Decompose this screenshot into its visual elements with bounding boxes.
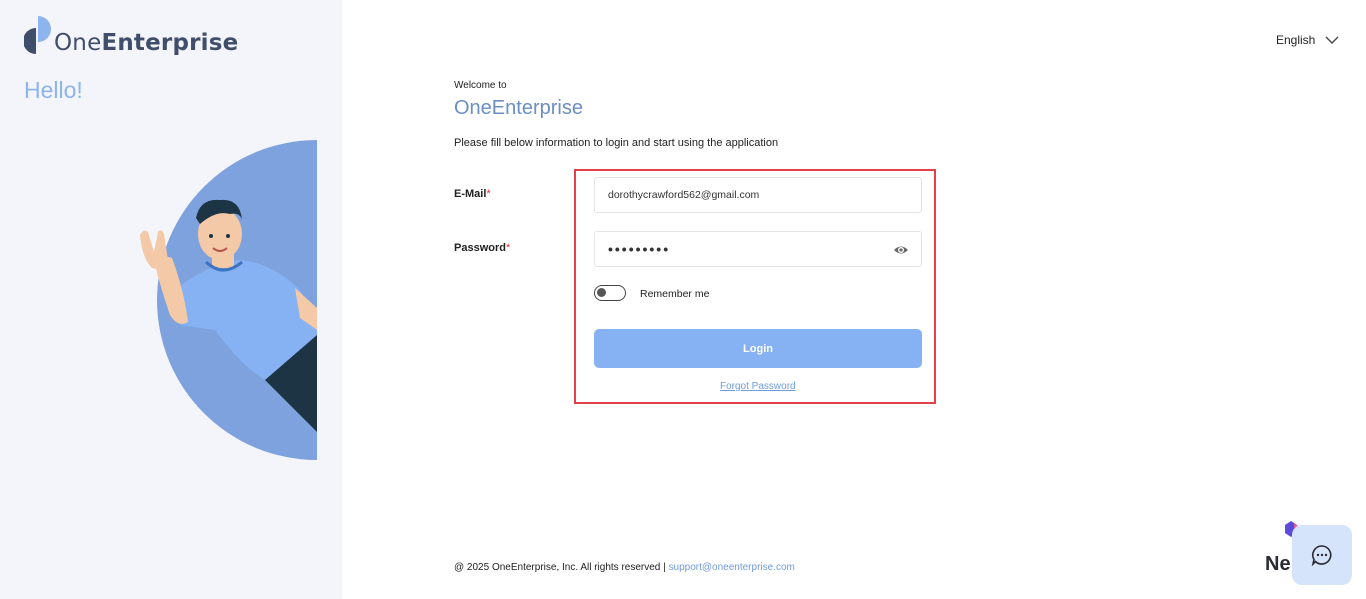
waving-person-illustration bbox=[140, 140, 317, 460]
password-field[interactable]: ••••••••• bbox=[594, 231, 922, 267]
remember-me-toggle[interactable] bbox=[594, 285, 626, 301]
email-field[interactable]: dorothycrawford562@gmail.com bbox=[594, 177, 922, 213]
ne-brand-text: Ne bbox=[1265, 553, 1291, 575]
welcome-text: Welcome to bbox=[454, 80, 507, 91]
password-label: Password* bbox=[454, 242, 511, 254]
chat-button[interactable] bbox=[1292, 525, 1352, 585]
hello-greeting: Hello! bbox=[24, 77, 83, 103]
brand-logo: OneEnterprise bbox=[24, 14, 238, 56]
email-value: dorothycrawford562@gmail.com bbox=[608, 189, 760, 201]
left-panel: OneEnterprise Hello! bbox=[0, 0, 342, 599]
page-title: OneEnterprise bbox=[454, 97, 583, 119]
password-value: ••••••••• bbox=[608, 241, 671, 257]
remember-me-label: Remember me bbox=[640, 288, 710, 300]
logo-text: OneEnterprise bbox=[54, 30, 239, 56]
chevron-down-icon bbox=[1325, 36, 1339, 44]
logo-mark-icon bbox=[24, 16, 51, 54]
required-mark: * bbox=[486, 188, 491, 200]
page-subtitle: Please fill below information to login a… bbox=[454, 137, 779, 149]
login-button[interactable]: Login bbox=[594, 329, 922, 368]
support-email-link[interactable]: support@oneenterprise.com bbox=[669, 562, 795, 573]
email-label: E-Mail* bbox=[454, 188, 491, 200]
copyright-text: @ 2025 OneEnterprise, Inc. All rights re… bbox=[454, 562, 669, 573]
footer: @ 2025 OneEnterprise, Inc. All rights re… bbox=[454, 562, 795, 573]
toggle-knob bbox=[597, 288, 606, 297]
required-mark: * bbox=[505, 242, 511, 254]
language-selector[interactable]: English bbox=[1276, 33, 1339, 47]
eye-icon[interactable] bbox=[893, 242, 909, 258]
forgot-password-link[interactable]: Forgot Password bbox=[720, 381, 796, 392]
language-value: English bbox=[1276, 33, 1316, 47]
chat-icon bbox=[1311, 545, 1332, 566]
